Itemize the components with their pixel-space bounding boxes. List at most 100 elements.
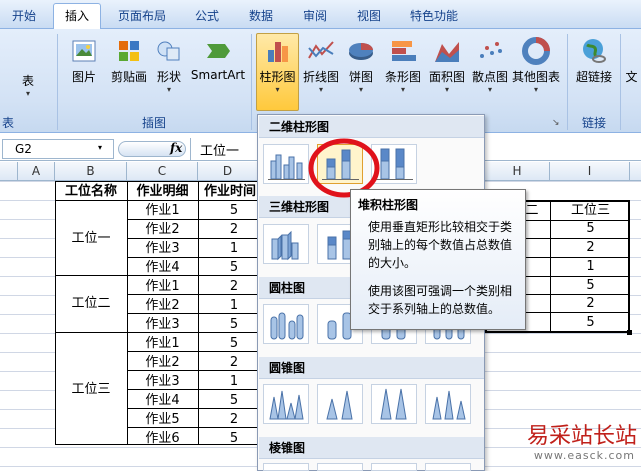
range-header-station-3[interactable]: 工位三 <box>551 201 630 220</box>
chevron-down-icon: ▾ <box>358 85 363 94</box>
tab-view[interactable]: 视图 <box>352 7 386 24</box>
group-label-tables: 表 <box>2 116 15 130</box>
pie-chart-icon <box>349 43 373 60</box>
column-header-h[interactable]: H <box>485 162 550 181</box>
group-label-station-1[interactable]: 工位一 <box>55 229 127 248</box>
table-cell[interactable]: 作业5 <box>127 410 198 429</box>
table-cell[interactable]: 作业4 <box>127 391 198 410</box>
tab-page-layout[interactable]: 页面布局 <box>114 7 170 24</box>
scatter-chart-button[interactable]: 散点图 ▾ <box>468 36 512 95</box>
chart-type-clustered-column[interactable] <box>263 144 309 184</box>
table-cell[interactable]: 作业4 <box>127 258 198 277</box>
chevron-down-icon: ▾ <box>318 85 323 94</box>
percent-cone-icon <box>380 388 407 420</box>
chart-type-clustered-cylinder[interactable] <box>263 304 309 344</box>
table-cell[interactable]: 作业2 <box>127 353 198 372</box>
table-label: 表 <box>21 74 34 88</box>
table-cell[interactable]: 5 <box>551 313 630 332</box>
shapes-icon <box>157 41 180 61</box>
table-cell[interactable]: 5 <box>551 276 630 295</box>
column-header-a[interactable]: A <box>18 162 55 181</box>
chart-type-100-stacked-pyramid[interactable] <box>371 463 417 471</box>
chart-type-tooltip: 堆积柱形图 使用垂直矩形比较相交于类别轴上的每个数值占总数值的大小。 使用该图可… <box>350 189 526 330</box>
table-cell[interactable]: 作业2 <box>127 220 198 239</box>
group-divider <box>57 34 58 130</box>
table-cell[interactable]: 作业1 <box>127 201 198 220</box>
chart-type-3d-clustered-column[interactable] <box>263 224 309 264</box>
picture-label: 图片 <box>71 70 96 84</box>
bar-chart-label: 条形图 <box>384 70 421 84</box>
tab-home[interactable]: 开始 <box>8 7 40 24</box>
other-charts-button[interactable]: 其他图表 ▾ <box>511 36 561 95</box>
shapes-button[interactable]: 形状 ▾ <box>152 36 186 95</box>
bar-chart-button[interactable]: 条形图 ▾ <box>381 36 425 95</box>
chart-type-100-stacked-cone[interactable] <box>371 384 417 424</box>
picture-button[interactable]: 图片 <box>64 36 104 85</box>
globe-link-icon <box>583 39 606 63</box>
group-label-station-2[interactable]: 工位二 <box>55 294 127 313</box>
chevron-down-icon: ▾ <box>487 85 492 94</box>
chart-type-clustered-pyramid[interactable] <box>263 463 309 471</box>
doughnut-chart-icon <box>522 37 550 65</box>
name-box-dropdown-icon[interactable]: ▾ <box>98 143 102 152</box>
area-chart-button[interactable]: 面积图 ▾ <box>425 36 469 95</box>
bar-chart-icon <box>392 41 416 61</box>
section-2d-column: 二维柱形图 <box>259 116 484 138</box>
table-cell[interactable]: 作业1 <box>127 334 198 353</box>
table-cell[interactable]: 2 <box>551 294 630 313</box>
table-button[interactable]: 表 ▾ <box>8 72 48 99</box>
column-chart-button[interactable]: 柱形图 ▾ <box>256 36 299 95</box>
header-station-name[interactable]: 工位名称 <box>55 182 127 201</box>
column-header-c[interactable]: C <box>127 162 198 181</box>
tab-formulas[interactable]: 公式 <box>190 7 224 24</box>
table-cell[interactable]: 作业1 <box>127 277 198 296</box>
column-header-b[interactable]: B <box>55 162 127 181</box>
table-cell[interactable]: 作业3 <box>127 315 198 334</box>
chart-type-3d-pyramid[interactable] <box>425 463 471 471</box>
chart-type-clustered-cone[interactable] <box>263 384 309 424</box>
formula-input[interactable]: 工位一 <box>200 140 239 159</box>
table-cell[interactable]: 1 <box>551 257 630 276</box>
table-cell[interactable]: 2 <box>551 238 630 257</box>
header-task-detail[interactable]: 作业明细 <box>127 182 198 201</box>
table-cell[interactable]: 5 <box>551 219 630 238</box>
chart-type-stacked-cone[interactable] <box>317 384 363 424</box>
smartart-icon <box>207 44 230 58</box>
hyperlink-button[interactable]: 超链接 <box>572 36 616 85</box>
watermark: 易采站长站 www.easck.com <box>500 418 641 471</box>
fx-icon[interactable]: fx <box>170 141 182 155</box>
header-task-time[interactable]: 作业时间 <box>198 182 258 201</box>
column-header-d[interactable]: D <box>198 162 258 181</box>
group-divider <box>567 34 568 130</box>
tooltip-description: 使用垂直矩形比较相交于类别轴上的每个数值占总数值的大小。 <box>368 220 513 270</box>
pie-chart-label: 饼图 <box>348 70 373 84</box>
table-cell[interactable]: 作业3 <box>127 239 198 258</box>
chart-type-stacked-pyramid[interactable] <box>317 463 363 471</box>
tab-insert[interactable]: 插入 <box>53 3 101 30</box>
line-chart-button[interactable]: 折线图 ▾ <box>300 36 342 95</box>
clustered-column-icon <box>268 154 305 180</box>
line-chart-icon <box>308 41 334 59</box>
pie-chart-button[interactable]: 饼图 ▾ <box>344 36 378 95</box>
tab-review[interactable]: 审阅 <box>298 7 332 24</box>
chevron-down-icon: ▾ <box>166 85 171 94</box>
text-button[interactable]: 文 <box>622 36 641 85</box>
other-charts-label: 其他图表 <box>511 70 560 84</box>
smartart-label: SmartArt <box>190 68 246 82</box>
area-chart-label: 面积图 <box>428 70 465 84</box>
clipart-icon <box>119 41 139 61</box>
section-pyramid: 棱锥图 <box>259 437 484 459</box>
group-label-station-3[interactable]: 工位三 <box>55 380 127 399</box>
table-cell[interactable]: 作业3 <box>127 372 198 391</box>
smartart-button[interactable]: SmartArt <box>188 36 248 82</box>
table-cell[interactable]: 作业2 <box>127 296 198 315</box>
select-all-corner[interactable] <box>0 162 18 181</box>
clipart-button[interactable]: 剪贴画 <box>106 36 152 85</box>
tab-special-features[interactable]: 特色功能 <box>405 7 463 24</box>
chart-type-3d-cone[interactable] <box>425 384 471 424</box>
tab-data[interactable]: 数据 <box>244 7 278 24</box>
picture-icon <box>72 40 96 62</box>
table-cell[interactable]: 作业6 <box>127 429 198 448</box>
column-header-i[interactable]: I <box>550 162 630 181</box>
dialog-launcher-icon[interactable]: ↘ <box>552 118 560 128</box>
